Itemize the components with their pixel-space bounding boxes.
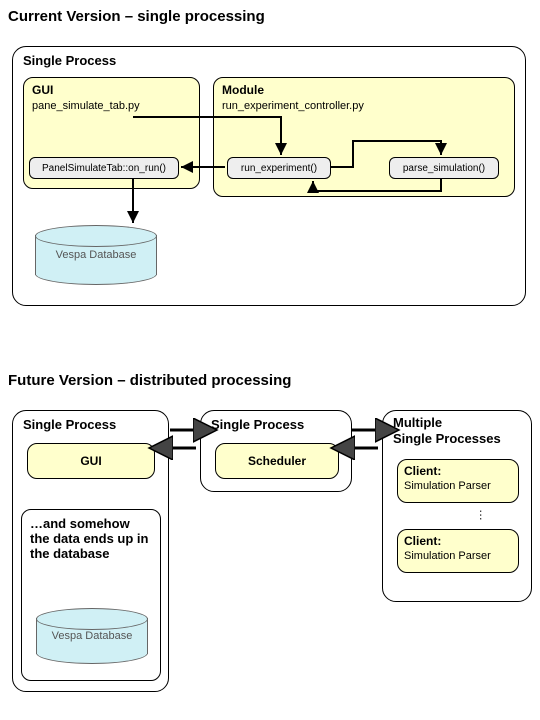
box-future-note: …and somehow the data ends up in the dat…: [21, 509, 161, 681]
scheduler-label: Scheduler: [248, 454, 306, 468]
panel-title-left: Single Process: [23, 417, 116, 432]
client2-role: Simulation Parser: [404, 550, 491, 562]
panel-title-middle: Single Process: [211, 417, 304, 432]
client1-label: Client:: [404, 464, 441, 478]
module-file: run_experiment_controller.py: [222, 100, 364, 112]
box-module: Module run_experiment_controller.py: [213, 77, 515, 197]
client1-role: Simulation Parser: [404, 480, 491, 492]
panel-title-right: Multiple Single Processes: [393, 415, 501, 446]
method-run-experiment: run_experiment(): [227, 157, 331, 179]
db-future-label: Vespa Database: [52, 630, 133, 642]
panel-future-middle: Single Process Scheduler: [200, 410, 352, 492]
future-note: …and somehow the data ends up in the dat…: [30, 516, 152, 561]
box-client-2: Client: Simulation Parser: [397, 529, 519, 573]
method-on-run: PanelSimulateTab::on_run(): [29, 157, 179, 179]
client2-label: Client:: [404, 534, 441, 548]
db-label: Vespa Database: [56, 249, 137, 261]
gui-file: pane_simulate_tab.py: [32, 100, 140, 112]
box-scheduler: Scheduler: [215, 443, 339, 479]
module-title: Module: [222, 83, 264, 97]
box-client-1: Client: Simulation Parser: [397, 459, 519, 503]
panel-title: Single Process: [23, 53, 116, 68]
heading-current: Current Version – single processing: [8, 8, 265, 25]
panel-title-right-l2: Single Processes: [393, 431, 501, 446]
panel-single-process-current: Single Process GUI pane_simulate_tab.py …: [12, 46, 526, 306]
panel-future-right: Multiple Single Processes Client: Simula…: [382, 410, 532, 602]
panel-future-left: Single Process GUI …and somehow the data…: [12, 410, 169, 692]
db-vespa: Vespa Database: [35, 225, 155, 285]
gui-title: GUI: [32, 83, 53, 97]
method-parse-simulation: parse_simulation(): [389, 157, 499, 179]
future-gui-label: GUI: [80, 454, 101, 468]
box-future-gui: GUI: [27, 443, 155, 479]
ellipsis-icon: …: [477, 509, 491, 523]
heading-future: Future Version – distributed processing: [8, 372, 291, 389]
db-future: Vespa Database: [36, 608, 146, 664]
panel-title-right-l1: Multiple: [393, 415, 442, 430]
